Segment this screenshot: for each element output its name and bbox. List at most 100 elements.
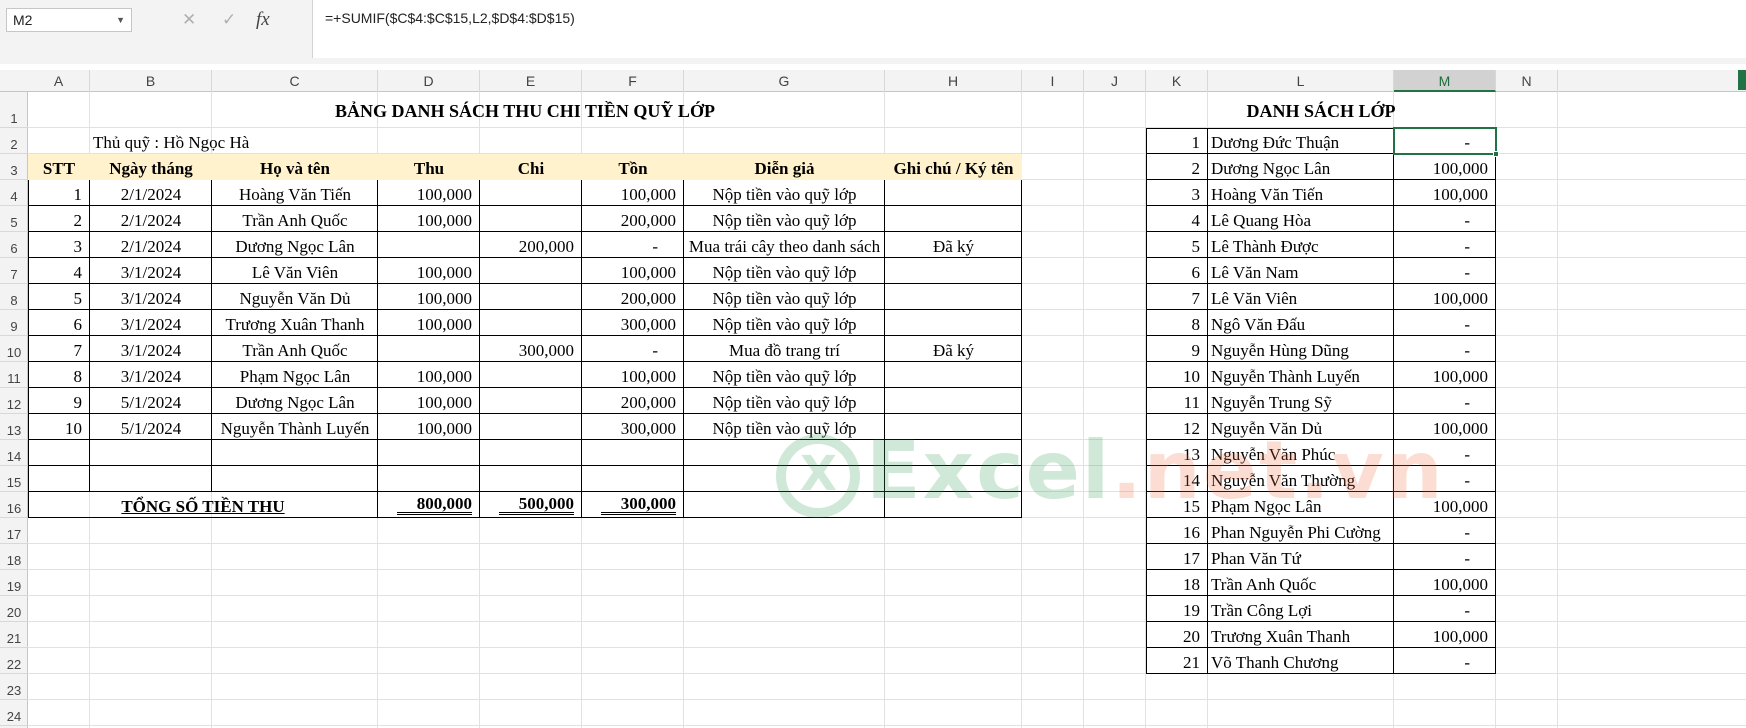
left-table-cell[interactable]: Nộp tiền vào quỹ lớp — [684, 180, 885, 206]
class-list-name[interactable]: Lê Quang Hòa — [1208, 206, 1394, 232]
left-table-cell[interactable]: 2/1/2024 — [90, 180, 212, 206]
class-list-stt[interactable]: 19 — [1146, 596, 1208, 622]
class-list-name[interactable]: Phan Nguyễn Phi Cường — [1208, 518, 1394, 544]
class-list-amount[interactable]: - — [1394, 206, 1496, 232]
left-table-cell[interactable]: Nộp tiền vào quỹ lớp — [684, 310, 885, 336]
class-list-name[interactable]: Nguyễn Trung Sỹ — [1208, 388, 1394, 414]
left-table-cell[interactable]: 300,000 — [582, 414, 684, 440]
header-8[interactable]: Ghi chú / Ký tên — [885, 154, 1022, 180]
row-header-18[interactable]: 18 — [0, 544, 28, 570]
column-header-c[interactable]: C — [212, 70, 378, 92]
class-list-name[interactable]: Phan Văn Tứ — [1208, 544, 1394, 570]
scroll-indicator[interactable] — [1738, 70, 1746, 90]
left-table-cell[interactable]: 100,000 — [378, 284, 480, 310]
formula-input[interactable]: =+SUMIF($C$4:$C$15,L2,$D$4:$D$15) — [312, 0, 1746, 58]
class-list-amount[interactable]: 100,000 — [1394, 570, 1496, 596]
class-list-name[interactable]: Nguyễn Hùng Dũng — [1208, 336, 1394, 362]
left-table-cell[interactable]: 10 — [28, 414, 90, 440]
row-header-24[interactable]: 24 — [0, 700, 28, 726]
column-header-l[interactable]: L — [1208, 70, 1394, 92]
row-header-3[interactable]: 3 — [0, 154, 28, 180]
insert-function-icon[interactable]: fx — [256, 8, 270, 32]
class-list-amount[interactable]: - — [1394, 232, 1496, 258]
class-list-name[interactable]: Võ Thanh Chương — [1208, 648, 1394, 674]
left-table-cell[interactable]: 2/1/2024 — [90, 206, 212, 232]
left-table-cell[interactable]: 200,000 — [582, 284, 684, 310]
left-table-cell[interactable]: - — [582, 336, 684, 362]
column-header-a[interactable]: A — [28, 70, 90, 92]
class-list-stt[interactable]: 11 — [1146, 388, 1208, 414]
column-header-f[interactable]: F — [582, 70, 684, 92]
column-header-n[interactable]: N — [1496, 70, 1558, 92]
header-5[interactable]: Chi — [480, 154, 582, 180]
class-list-stt[interactable]: 16 — [1146, 518, 1208, 544]
class-list-amount[interactable]: 100,000 — [1394, 180, 1496, 206]
column-header-k[interactable]: K — [1146, 70, 1208, 92]
column-header-h[interactable]: H — [885, 70, 1022, 92]
class-list-amount[interactable]: - — [1394, 648, 1496, 674]
left-table-cell[interactable]: 3/1/2024 — [90, 336, 212, 362]
left-table-cell[interactable]: 100,000 — [378, 310, 480, 336]
class-list-stt[interactable]: 10 — [1146, 362, 1208, 388]
left-table-cell[interactable]: 6 — [28, 310, 90, 336]
row-header-16[interactable]: 16 — [0, 492, 28, 518]
class-list-stt[interactable]: 7 — [1146, 284, 1208, 310]
left-table-cell[interactable]: Nộp tiền vào quỹ lớp — [684, 258, 885, 284]
row-header-22[interactable]: 22 — [0, 648, 28, 674]
column-header-m[interactable]: M — [1394, 70, 1496, 92]
left-table-cell[interactable]: 3/1/2024 — [90, 362, 212, 388]
left-table-cell[interactable]: Nộp tiền vào quỹ lớp — [684, 284, 885, 310]
left-table-cell[interactable]: 1 — [28, 180, 90, 206]
left-table-cell[interactable]: Nguyễn Thành Luyến — [212, 414, 378, 440]
row-header-6[interactable]: 6 — [0, 232, 28, 258]
left-table-cell[interactable]: Nguyễn Văn Dủ — [212, 284, 378, 310]
left-table-cell[interactable]: Trần Anh Quốc — [212, 336, 378, 362]
left-table-title[interactable]: BẢNG DANH SÁCH THU CHI TIỀN QUỸ LỚP — [28, 92, 1022, 128]
class-list-name[interactable]: Lê Văn Nam — [1208, 258, 1394, 284]
class-list-stt[interactable]: 9 — [1146, 336, 1208, 362]
left-table-cell[interactable]: 5/1/2024 — [90, 388, 212, 414]
row-header-12[interactable]: 12 — [0, 388, 28, 414]
left-table-cell[interactable]: 200,000 — [480, 232, 582, 258]
left-table-cell[interactable]: Mua đồ trang trí — [684, 336, 885, 362]
row-header-15[interactable]: 15 — [0, 466, 28, 492]
left-table-cell[interactable]: 100,000 — [378, 258, 480, 284]
row-header-9[interactable]: 9 — [0, 310, 28, 336]
left-table-cell[interactable]: 300,000 — [480, 336, 582, 362]
class-list-name[interactable]: Ngô Văn Đấu — [1208, 310, 1394, 336]
left-table-cell[interactable]: Mua trái cây theo danh sách — [684, 232, 885, 258]
class-list-amount[interactable]: 100,000 — [1394, 284, 1496, 310]
class-list-stt[interactable]: 2 — [1146, 154, 1208, 180]
left-table-cell[interactable]: 3 — [28, 232, 90, 258]
class-list-amount[interactable]: - — [1394, 388, 1496, 414]
left-table-cell[interactable]: Đã ký — [885, 336, 1022, 362]
header-7[interactable]: Diễn giả — [684, 154, 885, 180]
left-table-cell[interactable]: 2 — [28, 206, 90, 232]
class-list-stt[interactable]: 3 — [1146, 180, 1208, 206]
class-list-name[interactable]: Trần Công Lợi — [1208, 596, 1394, 622]
left-table-cell[interactable]: 8 — [28, 362, 90, 388]
left-table-cell[interactable]: 100,000 — [378, 414, 480, 440]
column-header-e[interactable]: E — [480, 70, 582, 92]
left-table-cell[interactable]: Lê Văn Viên — [212, 258, 378, 284]
treasurer-label[interactable]: Thủ quỹ : Hồ Ngọc Hà — [90, 128, 378, 154]
column-header-g[interactable]: G — [684, 70, 885, 92]
column-header-j[interactable]: J — [1084, 70, 1146, 92]
class-list-amount[interactable]: 100,000 — [1394, 362, 1496, 388]
left-table-cell[interactable]: 200,000 — [582, 206, 684, 232]
class-list-name[interactable]: Dương Ngọc Lân — [1208, 154, 1394, 180]
class-list-amount[interactable]: - — [1394, 518, 1496, 544]
class-list-amount[interactable]: - — [1394, 336, 1496, 362]
class-list-stt[interactable]: 6 — [1146, 258, 1208, 284]
header-2[interactable]: Ngày tháng — [90, 154, 212, 180]
left-table-cell[interactable]: 7 — [28, 336, 90, 362]
left-table-cell[interactable]: - — [582, 232, 684, 258]
class-list-amount[interactable]: - — [1394, 544, 1496, 570]
left-table-cell[interactable]: Trần Anh Quốc — [212, 206, 378, 232]
left-table-cell[interactable]: 100,000 — [582, 362, 684, 388]
class-list-name[interactable]: Trần Anh Quốc — [1208, 570, 1394, 596]
header-3[interactable]: Họ và tên — [212, 154, 378, 180]
row-header-10[interactable]: 10 — [0, 336, 28, 362]
class-list-stt[interactable]: 20 — [1146, 622, 1208, 648]
row-header-8[interactable]: 8 — [0, 284, 28, 310]
